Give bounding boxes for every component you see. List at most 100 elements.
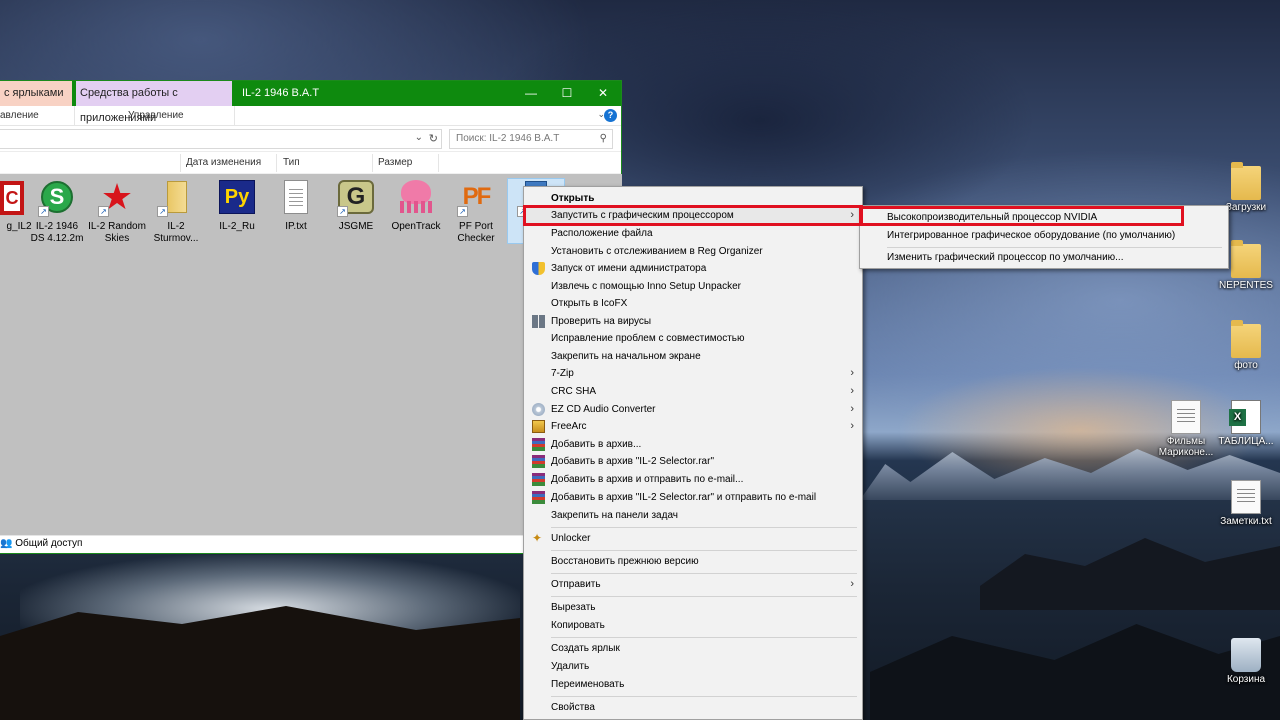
menu-item-restore-version[interactable]: Восстановить прежнюю версию (524, 553, 862, 570)
help-icon[interactable]: ? (604, 109, 617, 122)
minimize-button[interactable]: — (513, 81, 549, 106)
tab-shortcut-tools[interactable]: с ярлыками (0, 81, 72, 106)
menu-item-archive-email[interactable]: Добавить в архив и отправить по e-mail..… (524, 471, 862, 488)
menu-separator (551, 573, 857, 574)
desktop-icon-label: NEPENTES (1219, 280, 1273, 291)
window-title: IL-2 1946 B.A.T (242, 87, 320, 99)
shortcut-arrow-icon: ↗ (98, 206, 109, 217)
chevron-right-icon: › (850, 420, 854, 432)
chevron-down-icon[interactable]: ⌄ (415, 132, 423, 143)
menu-item-label: FreeArc (551, 421, 587, 432)
menu-separator (551, 696, 857, 697)
uac-shield-icon (532, 262, 545, 275)
refresh-icon[interactable]: ↻ (429, 132, 438, 145)
menu-separator (551, 637, 857, 638)
file-label: IL-2_Ru (219, 221, 255, 232)
menu-item-ez-cd[interactable]: EZ CD Audio Converter › (524, 401, 862, 418)
column-divider (180, 154, 181, 172)
file-item[interactable]: ★ ↗ IL-2 Random Skies (88, 179, 146, 245)
excel-file-icon: X (1229, 400, 1261, 434)
menu-item-crc-sha[interactable]: CRC SHA › (524, 383, 862, 400)
shortcut-arrow-icon: ↗ (38, 206, 49, 217)
menu-item-scan-viruses[interactable]: Проверить на вирусы (524, 313, 862, 330)
maximize-button[interactable]: ☐ (549, 81, 585, 106)
menu-item-pin-start[interactable]: Закрепить на начальном экране (524, 348, 862, 365)
menu-item-add-archive-named[interactable]: Добавить в архив "IL-2 Selector.rar" (524, 453, 862, 470)
menu-separator (551, 596, 857, 597)
file-item[interactable]: IP.txt (267, 179, 325, 233)
document-icon (1171, 400, 1201, 434)
address-row: ⌄ ↻ Поиск: IL-2 1946 B.A.T ⚲ (0, 126, 621, 152)
search-placeholder: Поиск: IL-2 1946 B.A.T (456, 133, 560, 144)
menu-item-copy[interactable]: Копировать (524, 617, 862, 634)
menu-item-freearc[interactable]: FreeArc › (524, 418, 862, 435)
folder-icon (1231, 320, 1261, 358)
menu-item-archive-named-email[interactable]: Добавить в архив "IL-2 Selector.rar" и о… (524, 489, 862, 506)
menu-item-icofx[interactable]: Открыть в IcoFX (524, 295, 862, 312)
highlight-box-submenu (859, 206, 1184, 226)
tab-manage[interactable]: Управление (128, 110, 184, 121)
search-input[interactable]: Поиск: IL-2 1946 B.A.T ⚲ (449, 129, 613, 149)
menu-item-label: CRC SHA (551, 386, 597, 397)
menu-item-unlocker[interactable]: ✦ Unlocker (524, 530, 862, 547)
folder-icon (1231, 240, 1261, 278)
menu-item-label: Отправить (551, 579, 601, 590)
file-item[interactable]: OpenTrack (387, 179, 445, 233)
desktop-icon-recycle-bin[interactable]: Корзина (1210, 638, 1280, 685)
column-date-modified[interactable]: Дата изменения (186, 157, 261, 168)
shortcut-arrow-icon: ↗ (457, 206, 468, 217)
text-file-icon (1231, 480, 1261, 514)
desktop-icon-notes[interactable]: Заметки.txt (1210, 480, 1280, 527)
file-item[interactable]: ↗ IL-2 Sturmov... (147, 179, 205, 245)
freearc-icon (532, 420, 545, 433)
tab-app-tools[interactable]: Средства работы с приложениями (76, 81, 232, 124)
submenu-item-integrated[interactable]: Интегрированное графическое оборудование… (860, 227, 1228, 245)
menu-item-compatibility[interactable]: Исправление проблем с совместимостью (524, 330, 862, 347)
file-label: IP.txt (285, 221, 307, 232)
desktop-icon-table[interactable]: X ТАБЛИЦА... (1210, 400, 1280, 447)
menu-item-send-to[interactable]: Отправить › (524, 576, 862, 593)
submenu-item-change-default[interactable]: Изменить графический процессор по умолча… (860, 249, 1228, 267)
title-bar[interactable]: с ярлыками Средства работы с приложениям… (0, 81, 621, 124)
tab-manage-left[interactable]: авление (0, 110, 39, 121)
green-s-icon: S ↗ (38, 179, 76, 217)
column-size[interactable]: Размер (378, 157, 412, 168)
file-item[interactable]: Py IL-2_Ru (208, 179, 266, 233)
file-label: JSGME (338, 221, 374, 232)
share-icon: 👥 (0, 538, 13, 549)
menu-item-label: Запуск от имени администратора (551, 263, 707, 274)
ribbon-divider (74, 106, 75, 126)
menu-item-pin-taskbar[interactable]: Закрепить на панели задач (524, 507, 862, 524)
menu-item-run-as-admin[interactable]: Запуск от имени администратора (524, 260, 862, 277)
magic-wand-icon: ✦ (532, 531, 543, 545)
windows-defender-icon (532, 315, 545, 328)
close-button[interactable]: ✕ (585, 81, 621, 106)
desktop-icon-label: фото (1234, 360, 1258, 371)
menu-item-reg-organizer[interactable]: Установить с отслеживанием в Reg Organiz… (524, 243, 862, 260)
excel-logo: X (1229, 409, 1246, 426)
menu-item-properties[interactable]: Свойства (524, 699, 862, 716)
py-icon: Py (218, 179, 256, 217)
menu-item-label: Проверить на вирусы (551, 316, 652, 327)
shortcut-arrow-icon: ↗ (337, 206, 348, 217)
address-bar[interactable]: ⌄ ↻ (0, 129, 442, 149)
downloads-folder-icon (1231, 162, 1261, 200)
desktop-icon-photo[interactable]: фото (1210, 320, 1280, 371)
menu-item-rename[interactable]: Переименовать (524, 676, 862, 693)
column-divider (438, 154, 439, 172)
column-divider (276, 154, 277, 172)
menu-item-file-location[interactable]: Расположение файла (524, 225, 862, 242)
text-file-icon (277, 179, 315, 217)
column-type[interactable]: Тип (283, 157, 300, 168)
file-item[interactable]: PF ↗ PF Port Checker (447, 179, 505, 245)
menu-item-cut[interactable]: Вырезать (524, 599, 862, 616)
file-item[interactable]: S ↗ IL-2 1946 DS 4.12.2m (28, 179, 86, 245)
menu-item-7zip[interactable]: 7-Zip › (524, 365, 862, 382)
menu-item-create-shortcut[interactable]: Создать ярлык (524, 640, 862, 657)
red-star-icon: ★ ↗ (98, 179, 136, 217)
menu-item-add-archive[interactable]: Добавить в архив... (524, 436, 862, 453)
file-label: IL-2 Random Skies (88, 221, 146, 244)
menu-item-inno-unpacker[interactable]: Извлечь с помощью Inno Setup Unpacker (524, 278, 862, 295)
file-item[interactable]: G ↗ JSGME (327, 179, 385, 233)
menu-item-delete[interactable]: Удалить (524, 658, 862, 675)
